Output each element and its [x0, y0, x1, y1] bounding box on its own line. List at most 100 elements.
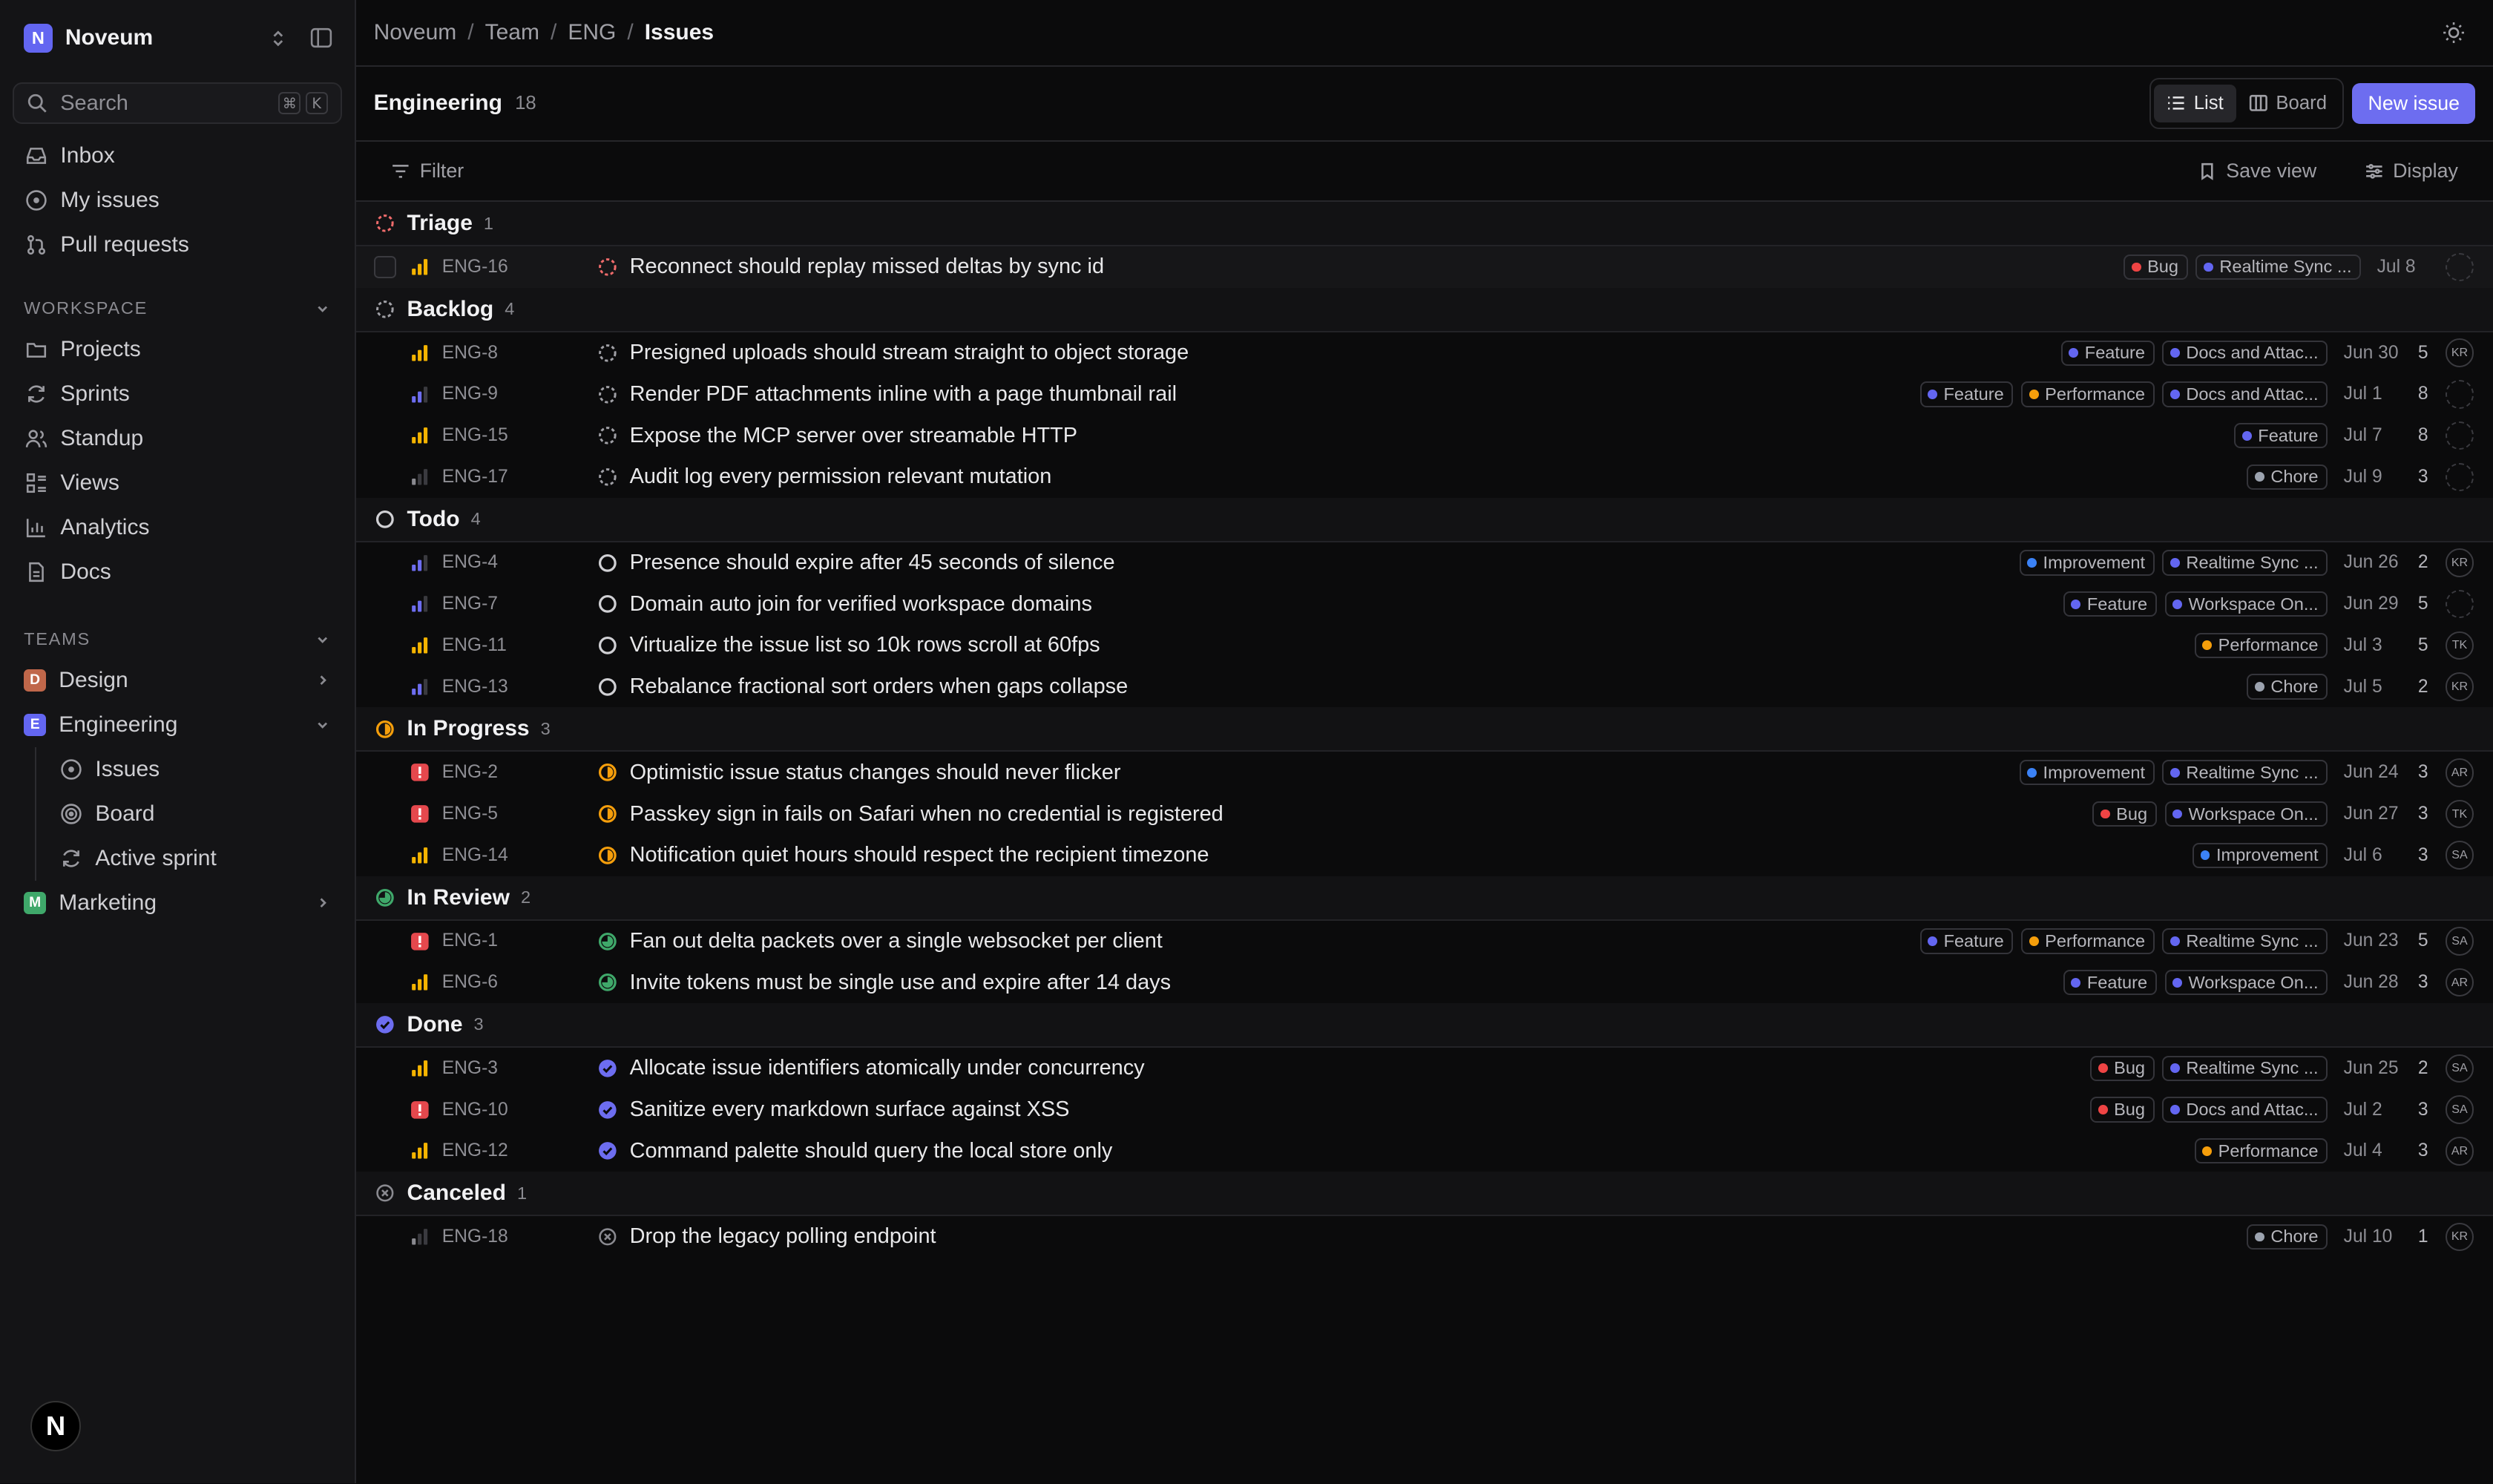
due-date[interactable]: Jul 10 — [2344, 1227, 2401, 1247]
status-backlog-icon[interactable] — [598, 344, 617, 363]
group-header-done[interactable]: Done 3 — [356, 1002, 2493, 1048]
save-view-button[interactable]: Save view — [2198, 160, 2316, 183]
due-date[interactable]: Jun 28 — [2344, 972, 2401, 993]
breadcrumb-item[interactable]: Team — [485, 20, 539, 45]
unassigned-avatar[interactable] — [2445, 252, 2474, 282]
group-header-triage[interactable]: Triage 1 — [356, 202, 2493, 247]
label-chip[interactable]: Performance — [2194, 632, 2328, 659]
priority-urgent-icon[interactable] — [410, 763, 430, 782]
assignee-avatar[interactable]: TK — [2445, 799, 2474, 829]
priority-high-icon[interactable] — [410, 257, 430, 277]
estimate[interactable]: 5 — [2412, 635, 2434, 656]
status-triage-icon[interactable] — [598, 257, 617, 277]
new-issue-button[interactable]: New issue — [2352, 82, 2476, 125]
nav-standup[interactable]: Standup — [0, 416, 355, 461]
assignee-avatar[interactable]: AR — [2445, 758, 2474, 787]
priority-medium-icon[interactable] — [410, 594, 430, 614]
issue-row[interactable]: ENG-1 Fan out delta packets over a single… — [356, 921, 2493, 962]
group-header-backlog[interactable]: Backlog 4 — [356, 287, 2493, 332]
label-chip[interactable]: Docs and Attac... — [2162, 340, 2328, 366]
issue-row[interactable]: ENG-10 Sanitize every markdown surface ag… — [356, 1089, 2493, 1131]
assignee-avatar[interactable]: KR — [2445, 338, 2474, 367]
due-date[interactable]: Jun 23 — [2344, 930, 2401, 951]
team-marketing[interactable]: M Marketing — [0, 881, 355, 925]
priority-medium-icon[interactable] — [410, 385, 430, 404]
issue-row[interactable]: ENG-7 Domain auto join for verified works… — [356, 583, 2493, 625]
priority-high-icon[interactable] — [410, 973, 430, 992]
label-chip[interactable]: Bug — [2124, 254, 2188, 280]
due-date[interactable]: Jun 25 — [2344, 1058, 2401, 1079]
teams-section-header[interactable]: TEAMS — [0, 620, 355, 658]
status-todo-icon[interactable] — [598, 677, 617, 697]
estimate[interactable]: 8 — [2412, 425, 2434, 446]
label-chip[interactable]: Performance — [2021, 381, 2155, 407]
due-date[interactable]: Jul 2 — [2344, 1100, 2401, 1120]
priority-low-icon[interactable] — [410, 1227, 430, 1247]
priority-medium-icon[interactable] — [410, 554, 430, 573]
status-done-icon[interactable] — [598, 1141, 617, 1160]
search-box[interactable]: ⌘K — [13, 82, 342, 125]
issue-title[interactable]: Rebalance fractional sort orders when ga… — [630, 674, 1129, 699]
status-todo-icon[interactable] — [598, 636, 617, 655]
status-done-icon[interactable] — [598, 1059, 617, 1078]
issue-title[interactable]: Passkey sign in fails on Safari when no … — [630, 802, 1223, 827]
workspace-switcher[interactable]: N Noveum — [0, 0, 355, 76]
nav-inbox[interactable]: Inbox — [0, 134, 355, 178]
priority-high-icon[interactable] — [410, 636, 430, 655]
assignee-avatar[interactable]: KR — [2445, 672, 2474, 701]
status-todo-icon[interactable] — [598, 554, 617, 573]
nav-views[interactable]: Views — [0, 461, 355, 505]
search-input[interactable] — [60, 91, 252, 116]
priority-high-icon[interactable] — [410, 1059, 430, 1078]
label-chip[interactable]: Improvement — [2019, 550, 2155, 576]
status-progress-icon[interactable] — [598, 763, 617, 782]
assignee-avatar[interactable]: KR — [2445, 1222, 2474, 1252]
unassigned-avatar[interactable] — [2445, 380, 2474, 409]
estimate[interactable]: 3 — [2412, 804, 2434, 824]
issue-title[interactable]: Optimistic issue status changes should n… — [630, 761, 1121, 785]
nav-pull-requests[interactable]: Pull requests — [0, 223, 355, 267]
issue-title[interactable]: Notification quiet hours should respect … — [630, 843, 1209, 867]
assignee-avatar[interactable]: SA — [2445, 841, 2474, 870]
label-chip[interactable]: Feature — [1919, 928, 2014, 954]
issue-title[interactable]: Expose the MCP server over streamable HT… — [630, 424, 1078, 448]
unassigned-avatar[interactable] — [2445, 462, 2474, 492]
due-date[interactable]: Jun 27 — [2344, 804, 2401, 824]
issue-row[interactable]: ENG-4 Presence should expire after 45 sec… — [356, 542, 2493, 584]
label-chip[interactable]: Chore — [2247, 1224, 2328, 1250]
assignee-avatar[interactable]: TK — [2445, 631, 2474, 660]
label-chip[interactable]: Docs and Attac... — [2162, 381, 2328, 407]
label-chip[interactable]: Workspace On... — [2164, 969, 2328, 996]
label-chip[interactable]: Improvement — [2019, 760, 2155, 786]
label-chip[interactable]: Realtime Sync ... — [2162, 928, 2328, 954]
label-chip[interactable]: Realtime Sync ... — [2162, 760, 2328, 786]
due-date[interactable]: Jul 5 — [2344, 677, 2401, 697]
status-progress-icon[interactable] — [598, 846, 617, 865]
issue-title[interactable]: Drop the legacy polling endpoint — [630, 1224, 936, 1249]
nav-eng-board[interactable]: Board — [36, 792, 355, 836]
group-header-canceled[interactable]: Canceled 1 — [356, 1172, 2493, 1217]
status-todo-icon[interactable] — [598, 594, 617, 614]
issue-row[interactable]: ENG-15 Expose the MCP server over streama… — [356, 415, 2493, 456]
label-chip[interactable]: Feature — [2063, 969, 2157, 996]
chevron-up-down-icon[interactable] — [269, 29, 288, 48]
priority-high-icon[interactable] — [410, 426, 430, 445]
issue-row[interactable]: ENG-13 Rebalance fractional sort orders w… — [356, 666, 2493, 708]
status-progress-icon[interactable] — [598, 804, 617, 824]
estimate[interactable]: 8 — [2412, 384, 2434, 404]
assignee-avatar[interactable]: SA — [2445, 1095, 2474, 1124]
assignee-avatar[interactable]: AR — [2445, 968, 2474, 997]
sun-icon[interactable] — [2442, 21, 2466, 45]
group-header-progress[interactable]: In Progress 3 — [356, 707, 2493, 752]
nav-analytics[interactable]: Analytics — [0, 505, 355, 550]
group-header-review[interactable]: In Review 2 — [356, 876, 2493, 921]
assignee-avatar[interactable]: SA — [2445, 927, 2474, 956]
label-chip[interactable]: Chore — [2247, 464, 2328, 490]
issue-row[interactable]: ENG-8 Presigned uploads should stream str… — [356, 332, 2493, 374]
due-date[interactable]: Jul 9 — [2344, 467, 2401, 487]
team-design[interactable]: D Design — [0, 658, 355, 703]
priority-low-icon[interactable] — [410, 467, 430, 487]
filter-button[interactable]: Filter — [391, 160, 464, 183]
user-avatar[interactable]: N — [30, 1400, 82, 1452]
due-date[interactable]: Jun 24 — [2344, 762, 2401, 783]
